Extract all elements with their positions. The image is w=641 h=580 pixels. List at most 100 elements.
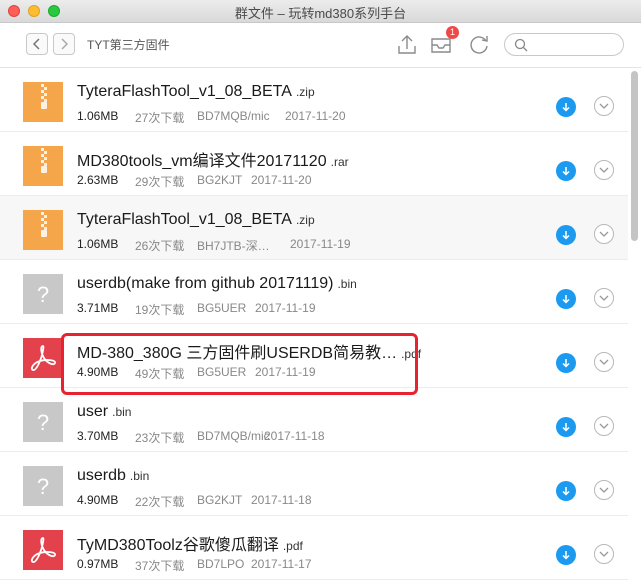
more-options-button[interactable] — [594, 480, 614, 500]
notification-badge: 1 — [446, 26, 459, 39]
pdf-file-icon — [23, 338, 63, 378]
download-button[interactable] — [556, 353, 576, 373]
file-name-text: userdb(make from github 20171119) — [77, 275, 334, 292]
uploader: BG2KJT — [197, 493, 243, 507]
file-row[interactable]: TyteraFlashTool_v1_08_BETA .zip 1.06MB 26… — [0, 196, 628, 260]
more-options-button[interactable] — [594, 544, 614, 564]
upload-date: 2017-11-19 — [290, 237, 351, 251]
upload-icon — [398, 35, 416, 54]
zip-file-icon-box — [23, 146, 63, 186]
unknown-file-icon: ? — [23, 402, 63, 442]
unknown-file-icon-box: ? — [23, 274, 63, 314]
file-row[interactable]: TyMD380Toolz谷歌傻瓜翻译 .pdf 0.97MB 37次下载 BD7L… — [0, 516, 628, 580]
zip-file-icon — [23, 146, 63, 186]
unknown-file-icon: ? — [23, 466, 63, 506]
download-count: 23次下载 — [135, 431, 185, 445]
search-input[interactable] — [531, 36, 623, 55]
search-box[interactable] — [504, 33, 624, 56]
file-extension: .bin — [129, 469, 150, 483]
file-extension: .rar — [330, 155, 349, 169]
file-name-text: MD380tools_vm编译文件20171120 — [77, 153, 327, 170]
more-options-button[interactable] — [594, 224, 614, 244]
window-title: 群文件 – 玩转md380系列手台 — [234, 6, 407, 21]
download-arrow-icon — [562, 423, 570, 432]
file-row[interactable]: ? userdb .bin 4.90MB 22次下载 BG2KJT 2017-11… — [0, 452, 628, 516]
more-options-button[interactable] — [594, 352, 614, 372]
file-name[interactable]: userdb .bin — [77, 467, 149, 485]
chevron-down-icon — [599, 551, 609, 557]
file-name[interactable]: user .bin — [77, 403, 131, 421]
upload-date: 2017-11-18 — [264, 429, 325, 443]
more-options-button[interactable] — [594, 288, 614, 308]
unknown-file-icon-box: ? — [23, 466, 63, 506]
file-row[interactable]: MD380tools_vm编译文件20171120 .rar 2.63MB 29次… — [0, 132, 628, 196]
more-options-button[interactable] — [594, 96, 614, 116]
file-size: 3.70MB — [77, 429, 119, 443]
file-size: 1.06MB — [77, 237, 119, 251]
file-name[interactable]: TyteraFlashTool_v1_08_BETA .zip — [77, 211, 315, 229]
more-options-button[interactable] — [594, 416, 614, 436]
upload-date: 2017-11-17 — [251, 557, 312, 571]
download-button[interactable] — [556, 417, 576, 437]
download-button[interactable] — [556, 481, 576, 501]
file-extension: .zip — [295, 85, 315, 99]
svg-text:?: ? — [37, 410, 49, 435]
more-options-button[interactable] — [594, 160, 614, 180]
download-arrow-icon — [562, 103, 570, 112]
file-name-text: TyMD380Toolz谷歌傻瓜翻译 — [77, 537, 279, 554]
file-extension: .pdf — [282, 539, 303, 553]
download-count: 22次下载 — [135, 495, 185, 509]
chevron-down-icon — [599, 103, 609, 109]
file-extension: .zip — [295, 213, 315, 227]
download-button[interactable] — [556, 289, 576, 309]
upload-date: 2017-11-19 — [255, 301, 316, 315]
chevron-down-icon — [599, 423, 609, 429]
download-arrow-icon — [562, 295, 570, 304]
back-button[interactable] — [26, 33, 48, 55]
chevron-right-icon — [61, 38, 69, 50]
title-bar: 群文件 – 玩转md380系列手台 — [0, 0, 641, 23]
forward-button[interactable] — [53, 33, 75, 55]
download-arrow-icon — [562, 231, 570, 240]
download-arrow-icon — [562, 359, 570, 368]
uploader: BG5UER — [197, 301, 247, 315]
file-extension: .bin — [112, 405, 132, 419]
scrollbar[interactable] — [631, 68, 638, 574]
file-row[interactable]: ? user .bin 3.70MB 23次下载 BD7MQB/mic 2017-… — [0, 388, 628, 452]
scrollbar-thumb[interactable] — [631, 71, 638, 241]
file-name[interactable]: MD380tools_vm编译文件20171120 .rar — [77, 147, 349, 171]
chevron-down-icon — [599, 295, 609, 301]
file-size: 0.97MB — [77, 557, 119, 571]
download-button[interactable] — [556, 545, 576, 565]
breadcrumb[interactable]: TYT第三方固件 — [87, 36, 170, 53]
zip-file-icon-box — [23, 210, 63, 250]
file-name[interactable]: TyMD380Toolz谷歌傻瓜翻译 .pdf — [77, 531, 303, 555]
download-button[interactable] — [556, 161, 576, 181]
unknown-file-icon: ? — [23, 274, 63, 314]
download-count: 26次下载 — [135, 239, 185, 253]
upload-date: 2017-11-18 — [251, 493, 312, 507]
chevron-down-icon — [599, 487, 609, 493]
chevron-down-icon — [599, 231, 609, 237]
download-button[interactable] — [556, 97, 576, 117]
download-button[interactable] — [556, 225, 576, 245]
pdf-file-icon — [23, 530, 63, 570]
zip-file-icon — [23, 210, 63, 250]
file-list: TyteraFlashTool_v1_08_BETA .zip 1.06MB 27… — [0, 68, 641, 580]
file-size: 1.06MB — [77, 109, 119, 123]
file-name[interactable]: TyteraFlashTool_v1_08_BETA .zip — [77, 83, 315, 101]
refresh-button[interactable] — [466, 31, 492, 57]
upload-button[interactable] — [394, 31, 420, 57]
zip-file-icon-box — [23, 82, 63, 122]
file-name[interactable]: userdb(make from github 20171119) .bin — [77, 275, 357, 293]
file-size: 2.63MB — [77, 173, 119, 187]
file-size: 3.71MB — [77, 301, 119, 315]
download-arrow-icon — [562, 167, 570, 176]
uploader: BD7MQB/mic — [197, 109, 270, 123]
file-row[interactable]: TyteraFlashTool_v1_08_BETA .zip 1.06MB 27… — [0, 68, 628, 132]
file-row[interactable]: ? userdb(make from github 20171119) .bin … — [0, 260, 628, 324]
highlight-box — [61, 333, 418, 395]
file-name-text: TyteraFlashTool_v1_08_BETA — [77, 211, 292, 228]
chevron-down-icon — [599, 167, 609, 173]
toolbar: TYT第三方固件 1 — [0, 23, 641, 68]
